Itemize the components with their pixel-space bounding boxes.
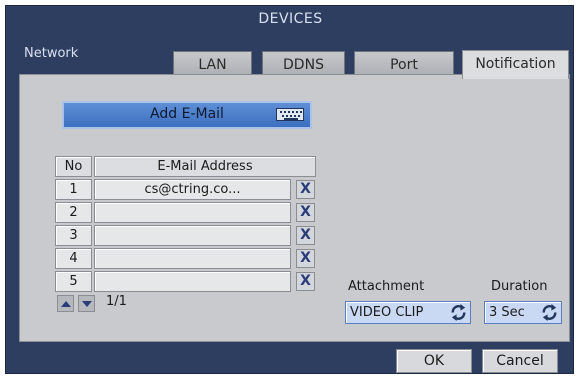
- section-label: Network: [24, 46, 79, 61]
- tab-label: Port: [390, 57, 418, 73]
- email-address-field[interactable]: [94, 271, 291, 292]
- devices-window: DEVICES Network LAN DDNS Port Notificati…: [5, 5, 574, 374]
- ok-button[interactable]: OK: [396, 349, 472, 373]
- column-header-no: No: [55, 156, 92, 177]
- cancel-button[interactable]: Cancel: [482, 349, 558, 373]
- page-indicator: 1/1: [106, 294, 127, 309]
- attachment-select[interactable]: VIDEO CLIP: [345, 301, 471, 324]
- notification-panel: Add E-Mail No E-Mail Address 1 cs@ctring…: [19, 74, 570, 342]
- duration-value: 3 Sec: [489, 305, 525, 320]
- delete-email-button[interactable]: X: [296, 180, 315, 199]
- tab-label: DDNS: [283, 57, 324, 73]
- delete-email-button[interactable]: X: [296, 272, 315, 291]
- email-address-field[interactable]: [94, 202, 291, 223]
- cycle-icon: [451, 303, 466, 322]
- delete-email-button[interactable]: X: [296, 226, 315, 245]
- column-header-email: E-Mail Address: [94, 156, 316, 177]
- tab-label: Notification: [475, 56, 556, 72]
- email-address-field[interactable]: [94, 248, 291, 269]
- duration-select[interactable]: 3 Sec: [484, 301, 562, 324]
- email-address-field[interactable]: [94, 225, 291, 246]
- add-email-button[interactable]: Add E-Mail: [62, 101, 312, 129]
- add-email-label: Add E-Mail: [150, 106, 224, 122]
- attachment-value: VIDEO CLIP: [350, 305, 424, 320]
- duration-label: Duration: [491, 279, 548, 294]
- row-number: 3: [55, 225, 92, 246]
- keyboard-icon: [276, 108, 304, 121]
- tab-label: LAN: [198, 57, 227, 73]
- page-prev-button[interactable]: [57, 295, 74, 312]
- page-next-button[interactable]: [78, 295, 95, 312]
- cycle-icon: [542, 303, 557, 322]
- row-number: 2: [55, 202, 92, 223]
- arrow-up-icon: [61, 301, 71, 307]
- row-number: 4: [55, 248, 92, 269]
- tab-notification[interactable]: Notification: [462, 50, 569, 79]
- attachment-label: Attachment: [348, 279, 425, 294]
- window-title: DEVICES: [258, 11, 323, 27]
- row-number: 1: [55, 179, 92, 200]
- arrow-down-icon: [82, 301, 92, 307]
- delete-email-button[interactable]: X: [296, 249, 315, 268]
- row-number: 5: [55, 271, 92, 292]
- email-address-field[interactable]: cs@ctring.co...: [94, 179, 291, 200]
- delete-email-button[interactable]: X: [296, 203, 315, 222]
